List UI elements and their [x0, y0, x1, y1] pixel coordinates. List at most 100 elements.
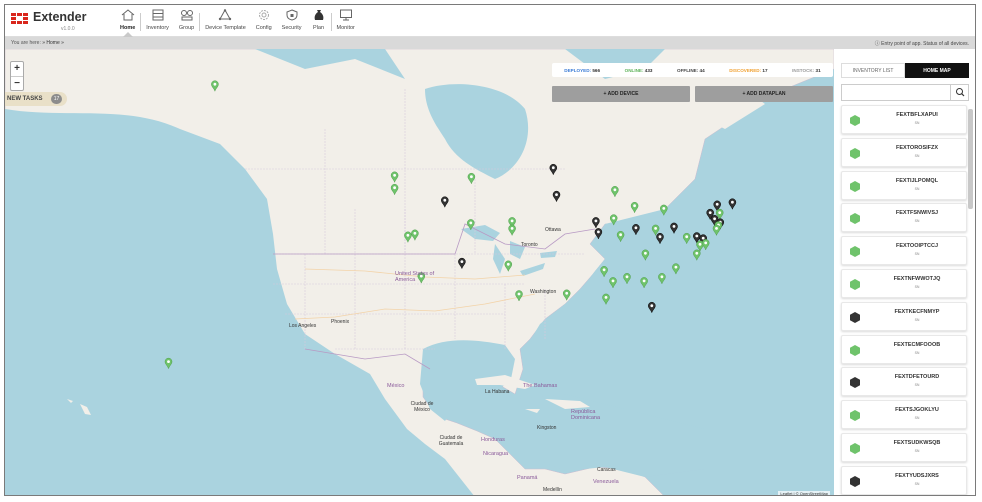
device-sn: SN [914, 383, 920, 388]
tab-inventory-list[interactable]: INVENTORY LIST [841, 63, 905, 78]
tab-home-map[interactable]: HOME MAP [905, 63, 969, 78]
device-card[interactable]: FEXTIJLPOMQL SN [841, 170, 967, 200]
nav-config[interactable]: Config [251, 7, 277, 37]
map-label-la-habana: La Habana [485, 389, 510, 395]
nav-monitor-label: Monitor [336, 25, 355, 31]
stat-discovered[interactable]: DISCOVERED: 17 [729, 68, 767, 73]
stat-online[interactable]: ONLINE: 433 [625, 68, 653, 73]
nav-security-label: Security [281, 25, 302, 31]
nav-plan[interactable]: Plan [307, 7, 331, 37]
search-button[interactable] [950, 85, 968, 100]
device-name: FEXTSJGOKLYU [895, 407, 939, 414]
nav-monitor[interactable]: Monitor [332, 7, 360, 37]
page-info-text: Entry point of app. Status of all device… [881, 41, 969, 47]
device-card[interactable]: FEXTSUDKWSQB SN [841, 432, 967, 462]
nav-group-label: Group [178, 25, 195, 31]
device-name: FEXTKECFNMYP [894, 308, 940, 315]
device-sn: SN [914, 416, 920, 421]
map-label-nicaragua: Nicaragua [483, 451, 509, 457]
device-name: FEXTSUDKWSQB [893, 439, 941, 446]
nav-inventory[interactable]: Inventory [141, 7, 174, 37]
map-label-guatemala: Ciudad de Guatemala [438, 435, 464, 447]
map-label-kingston: Kingston [537, 425, 557, 431]
nav-device-template[interactable]: Device Template [200, 7, 251, 37]
map-label-panama: Panamá [517, 475, 538, 481]
map-label-medellin: Medellín [543, 487, 562, 493]
device-name: FEXTIJLPOMQL [895, 177, 939, 184]
security-icon [286, 9, 298, 21]
device-status-hex-icon [850, 410, 860, 422]
map-label-los-angeles: Los Angeles [289, 323, 317, 329]
device-sn: SN [914, 350, 920, 355]
device-card[interactable]: FEXTFSNWIVSJ SN [841, 203, 967, 233]
inventory-icon [152, 9, 164, 21]
device-search-input[interactable] [842, 85, 950, 100]
stat-deployed[interactable]: DEPLOYED: 566 [564, 68, 600, 73]
new-tasks-button[interactable]: NEW TASKS 17 [5, 92, 67, 106]
device-name: FEXTDFETOURD [894, 374, 940, 381]
nav-security[interactable]: Security [277, 7, 307, 37]
device-card[interactable]: FEXTECMFOOOB SN [841, 334, 967, 364]
device-card[interactable]: FEXTOOIPTCCJ SN [841, 236, 967, 266]
device-side-panel: INVENTORY LIST HOME MAP FEXTBFLXAPUI SN FE… [834, 49, 975, 495]
device-search [841, 84, 969, 101]
map-label-caracas: Caracas [597, 467, 616, 473]
device-card[interactable]: FEXTBFLXAPUI SN [841, 105, 967, 134]
map-label-honduras: Honduras [481, 437, 505, 443]
device-card[interactable]: FEXTKECFNMYP SN [841, 301, 967, 331]
home-icon [121, 9, 134, 21]
breadcrumb-home-link[interactable]: » Home » [42, 40, 64, 46]
device-name: FEXTFSNWIVSJ [895, 210, 939, 217]
device-status-hex-icon [850, 442, 860, 454]
device-name: FEXTBFLXAPUI [896, 112, 938, 118]
stat-instock[interactable]: INSTOCK: 31 [792, 68, 821, 73]
nav-config-label: Config [255, 25, 272, 31]
zoom-out-button[interactable]: − [11, 76, 23, 90]
top-navigation-bar: Extender v1.0.0 Home Inventory Group Dev… [5, 5, 975, 38]
app-logo[interactable]: Extender v1.0.0 [9, 10, 87, 34]
device-list-scrollbar[interactable] [968, 109, 973, 209]
device-sn: SN [914, 153, 920, 158]
device-card[interactable]: FEXTYUDSJXRS SN [841, 465, 967, 495]
device-sn: SN [914, 317, 920, 322]
breadcrumb-prefix: You are here: [11, 40, 41, 46]
map-label-mexico-city: Ciudad de México [410, 401, 434, 413]
breadcrumb-bar: You are here: » Home » ⓘ Entry point of … [5, 37, 975, 49]
device-template-icon [219, 9, 232, 21]
device-status-hex-icon [850, 115, 860, 126]
device-map[interactable]: Ottawa Toronto United States of America … [5, 49, 834, 495]
device-card[interactable]: FEXTNFWWOTJQ SN [841, 268, 967, 298]
app-version: v1.0.0 [61, 26, 75, 32]
nav-group[interactable]: Group [174, 7, 199, 37]
device-name: FEXTOROSIFZX [895, 144, 939, 151]
device-status-hex-icon [850, 475, 860, 487]
device-sn: SN [914, 219, 920, 224]
map-label-mexico: México [387, 383, 405, 389]
nav-plan-label: Plan [313, 25, 325, 31]
search-icon [956, 88, 965, 97]
config-icon [258, 10, 269, 20]
nav-inventory-label: Inventory [146, 25, 169, 31]
map-label-usa: United States of America [395, 271, 435, 283]
stat-offline[interactable]: OFFLINE: 44 [677, 68, 705, 73]
app-window: Extender v1.0.0 Home Inventory Group Dev… [4, 4, 976, 496]
map-label-dominican: República Dominicana [571, 409, 601, 421]
app-name: Extender [33, 10, 87, 24]
map-label-bahamas: The Bahamas [523, 383, 558, 389]
add-device-button[interactable]: + ADD DEVICE [552, 86, 690, 102]
main-nav: Home Inventory Group Device Template Con… [115, 7, 360, 37]
add-dataplan-button[interactable]: + ADD DATAPLAN [695, 86, 833, 102]
device-status-hex-icon [850, 213, 860, 225]
device-status-hex-icon [850, 246, 860, 258]
device-card[interactable]: FEXTDFETOURD SN [841, 367, 967, 397]
fortinet-logo-icon [11, 13, 29, 25]
zoom-in-button[interactable]: + [11, 62, 23, 76]
device-card[interactable]: FEXTSJGOKLYU SN [841, 400, 967, 430]
monitor-icon [339, 9, 352, 21]
device-status-hex-icon [850, 147, 860, 159]
new-tasks-label: NEW TASKS [7, 96, 43, 102]
device-name: FEXTOOIPTCCJ [895, 243, 939, 250]
map-label-ottawa: Ottawa [545, 227, 561, 233]
map-attribution[interactable]: Leaflet | © OpenStreetMap [778, 491, 830, 495]
device-card[interactable]: FEXTOROSIFZX SN [841, 137, 967, 167]
